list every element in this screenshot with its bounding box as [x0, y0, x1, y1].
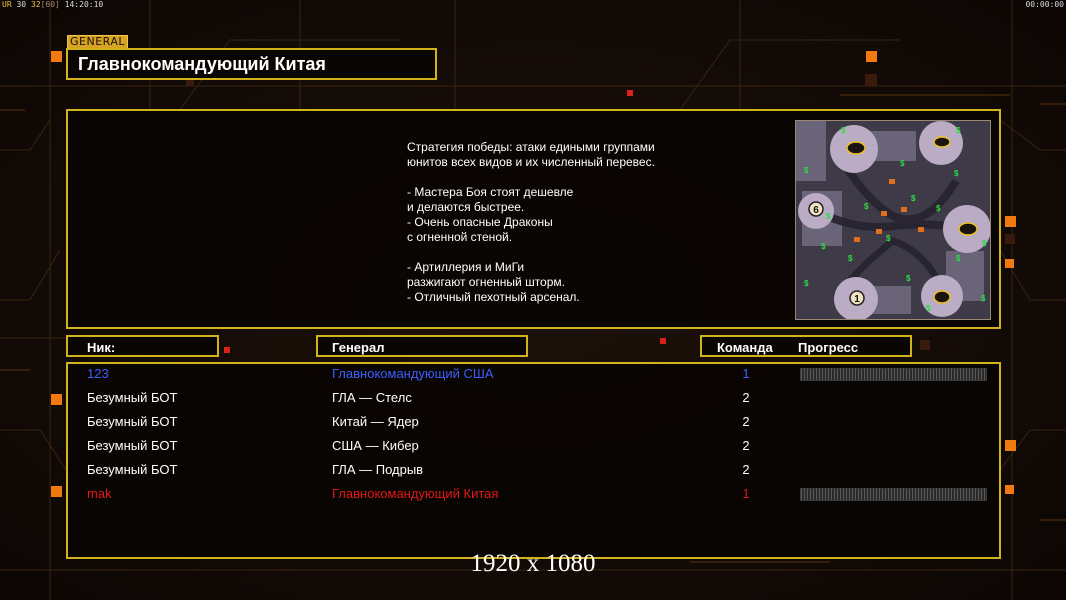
player-team: 2: [742, 438, 750, 453]
minimap-marker-6: 6: [813, 205, 819, 216]
svg-text:$: $: [936, 204, 941, 213]
svg-text:$: $: [804, 279, 809, 288]
general-tag: GENERAL: [67, 35, 129, 49]
svg-text:$: $: [886, 234, 891, 243]
strategy-description: Стратегия победы: атаки едиными группами…: [407, 140, 655, 304]
player-row: Безумный БОТ США — Кибер 2: [68, 436, 999, 458]
column-header-nick: Ник:: [66, 335, 219, 357]
player-row: Безумный БОТ ГЛА — Подрыв 2: [68, 460, 999, 482]
player-team: 1: [742, 366, 750, 381]
page-title: Главнокомандующий Китая: [78, 54, 326, 74]
player-team: 1: [742, 486, 750, 501]
player-team: 2: [742, 414, 750, 429]
player-nick: mak: [87, 486, 112, 501]
player-progress-bar: [800, 368, 987, 381]
player-nick: 123: [87, 366, 109, 381]
title-box: Главнокомандующий Китая: [66, 48, 437, 80]
player-team: 2: [742, 462, 750, 477]
svg-text:$: $: [981, 294, 986, 303]
player-row: Безумный БОТ ГЛА — Стелс 2: [68, 388, 999, 410]
svg-text:$: $: [841, 126, 846, 135]
player-nick: Безумный БОТ: [87, 414, 178, 429]
hud-value-a: 30: [16, 0, 27, 9]
svg-text:$: $: [826, 212, 831, 221]
player-team: 2: [742, 390, 750, 405]
hud-value-b: 32: [30, 0, 41, 9]
minimap: 6 1 $ $ $ $ $ $ $ $ $ $ $ $ $ $ $ $ $ $: [795, 120, 991, 320]
player-row: 123 Главнокомандующий США 1: [68, 364, 999, 386]
hud-value-c: [60]: [40, 0, 60, 9]
svg-text:$: $: [821, 242, 826, 251]
header-team-label: Команда: [717, 340, 773, 355]
players-panel: 123 Главнокомандующий США 1 Безумный БОТ…: [66, 362, 1001, 559]
svg-text:$: $: [954, 169, 959, 178]
hud-prefix: UR: [2, 0, 12, 9]
player-general: США — Кибер: [332, 438, 419, 453]
player-general: Главнокомандующий США: [332, 366, 494, 381]
minimap-marker-1: 1: [854, 294, 860, 305]
svg-text:$: $: [900, 159, 905, 168]
column-header-team-progress: Команда Прогресс: [700, 335, 912, 357]
svg-text:$: $: [911, 194, 916, 203]
hud-timer: 00:00:00: [1025, 0, 1064, 9]
svg-text:$: $: [864, 202, 869, 211]
svg-text:$: $: [926, 304, 931, 313]
player-general: ГЛА — Подрыв: [332, 462, 424, 477]
player-row: mak Главнокомандующий Китая 1: [68, 484, 999, 506]
hud-stats: UR 30 32[60] 14:20:10: [2, 0, 103, 9]
svg-text:$: $: [982, 239, 987, 248]
header-general-label: Генерал: [332, 340, 385, 355]
player-general: ГЛА — Стелс: [332, 390, 412, 405]
hud-clock: 14:20:10: [64, 0, 104, 9]
header-nick-label: Ник:: [87, 340, 116, 355]
resolution-label: 1920 x 1080: [470, 550, 596, 577]
player-general: Главнокомандующий Китая: [332, 486, 499, 501]
player-nick: Безумный БОТ: [87, 390, 178, 405]
svg-text:$: $: [848, 254, 853, 263]
player-nick: Безумный БОТ: [87, 462, 178, 477]
svg-text:$: $: [906, 274, 911, 283]
svg-text:$: $: [804, 166, 809, 175]
player-nick: Безумный БОТ: [87, 438, 178, 453]
general-info-panel: Стратегия победы: атаки едиными группами…: [66, 109, 1001, 329]
player-general: Китай — Ядер: [332, 414, 419, 429]
column-header-general: Генерал: [316, 335, 528, 357]
player-row: Безумный БОТ Китай — Ядер 2: [68, 412, 999, 434]
svg-text:$: $: [956, 254, 961, 263]
header-progress-label: Прогресс: [798, 340, 859, 355]
player-progress-bar: [800, 488, 987, 501]
svg-text:$: $: [956, 126, 961, 135]
